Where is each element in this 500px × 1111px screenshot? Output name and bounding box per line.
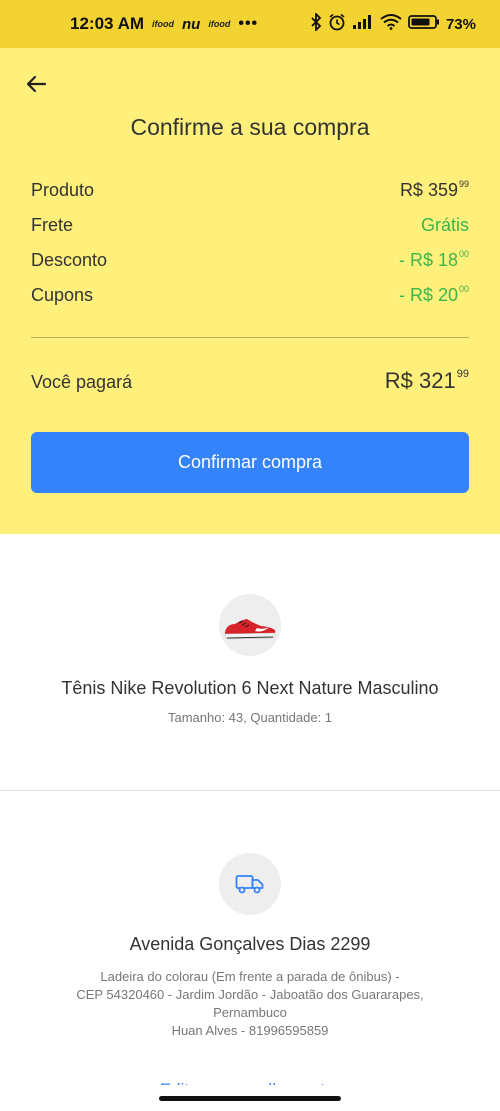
shipping-address-line-1: Ladeira do colorau (Em frente a parada d…	[100, 969, 400, 984]
signal-icon	[352, 14, 374, 34]
shipping-value: Grátis	[420, 215, 469, 235]
shipping-recipient: Huan Alves - 81996595859	[171, 1023, 329, 1038]
status-bar: 12:03 AM ifood nu ifood ••• 73%	[0, 0, 500, 48]
shipping-address-line-2: CEP 54320460 - Jardim Jordão - Jaboatão …	[76, 987, 424, 1002]
discount-label: Desconto	[31, 250, 108, 270]
coupons-main: - R$ 20	[398, 285, 458, 305]
total-row: Você pagará R$ 321 99	[31, 368, 469, 394]
sneaker-icon	[224, 619, 276, 640]
summary-divider	[31, 337, 469, 338]
product-meta: Tamanho: 43, Quantidade: 1	[167, 710, 333, 725]
back-button[interactable]	[22, 70, 50, 98]
arrow-left-icon	[26, 75, 47, 93]
ifood-notification-icon-2: ifood	[208, 19, 231, 29]
status-time: 12:03 AM	[70, 14, 145, 33]
product-title: Tênis Nike Revolution 6 Next Nature Masc…	[61, 678, 439, 698]
ifood-notification-icon: ifood	[152, 19, 175, 29]
coupons-value: - R$ 20 00	[398, 284, 469, 306]
coupons-cents: 00	[458, 284, 469, 294]
product-price: R$ 359 99	[399, 179, 469, 201]
nubank-notification-icon: nu	[182, 15, 201, 33]
battery-percent: 73%	[445, 15, 476, 33]
alarm-icon	[328, 13, 346, 35]
discount-value: - R$ 18 00	[398, 249, 469, 271]
shipping-street: Avenida Gonçalves Dias 2299	[129, 934, 371, 954]
total-price: R$ 321 99	[385, 368, 469, 394]
home-indicator[interactable]	[159, 1096, 341, 1101]
page-title: Confirme a sua compra	[130, 114, 370, 140]
total-label: Você pagará	[31, 372, 133, 392]
product-price-cents: 99	[458, 179, 469, 189]
more-notifications-icon: •••	[238, 15, 259, 32]
product-price-main: R$ 359	[399, 180, 458, 200]
bluetooth-icon	[310, 11, 322, 35]
summary-row-product: Produto R$ 359 99	[31, 179, 469, 201]
coupons-label: Cupons	[31, 285, 94, 305]
discount-cents: 00	[458, 249, 469, 259]
wifi-icon	[380, 14, 402, 34]
summary-row-shipping: Frete Grátis	[31, 215, 469, 236]
shipping-icon-circle	[219, 853, 281, 915]
discount-main: - R$ 18	[398, 250, 458, 270]
summary-row-discount: Desconto - R$ 18 00	[31, 249, 469, 271]
product-image	[219, 594, 281, 656]
shipping-label: Frete	[31, 215, 74, 235]
total-cents: 99	[456, 368, 469, 380]
total-main: R$ 321	[384, 368, 456, 393]
truck-icon	[235, 875, 264, 894]
summary-row-coupons: Cupons - R$ 20 00	[31, 284, 469, 306]
battery-icon	[408, 14, 440, 34]
confirm-purchase-button[interactable]: Confirmar compra	[31, 432, 469, 493]
shipping-address-line-3: Pernambuco	[213, 1005, 287, 1020]
section-divider	[0, 790, 500, 791]
product-label: Produto	[31, 180, 95, 200]
